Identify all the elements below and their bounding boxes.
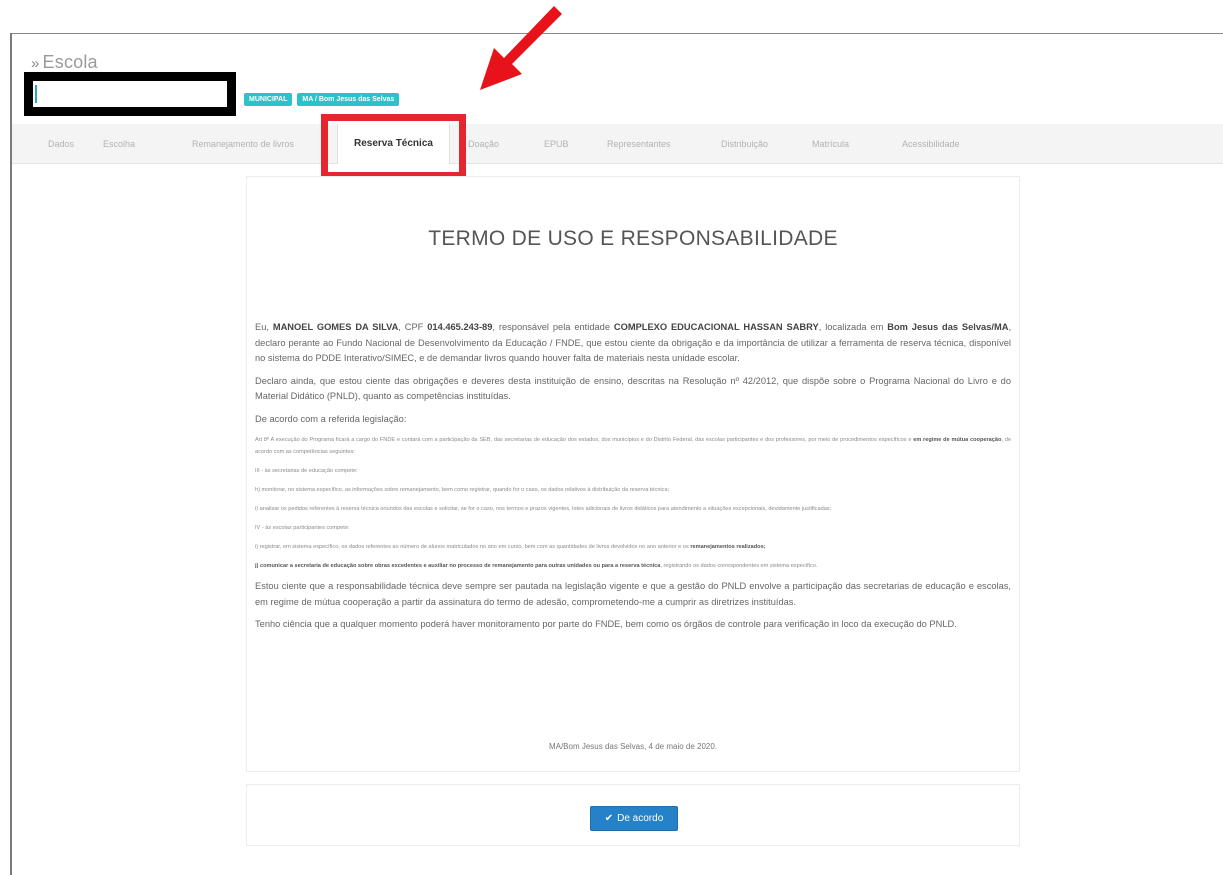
network-badge: MUNICIPAL [244, 93, 293, 106]
terms-document-panel: TERMO DE USO E RESPONSABILIDADE Eu, MANO… [246, 176, 1020, 772]
breadcrumb: » Escola [31, 52, 98, 73]
agreement-panel: ✔ De acordo [246, 784, 1020, 846]
tab-acessibilidade[interactable]: Acessibilidade [902, 124, 960, 164]
active-tab-highlight-annotation [321, 114, 466, 179]
check-icon: ✔ [604, 813, 614, 824]
responsibility-paragraph: Estou ciente que a responsabilidade técn… [255, 581, 1011, 607]
tab-remanejamento[interactable]: Remanejamento de livros [192, 124, 294, 164]
tabs-bar: Dados Escolha Remanejamento de livros Re… [12, 124, 1223, 164]
obligations-paragraph: Declaro ainda, que estou ciente das obri… [255, 375, 1011, 402]
clause-i-escolas: i) registrar, em sistema específico, os … [255, 544, 766, 550]
document-title: TERMO DE USO E RESPONSABILIDADE [428, 227, 838, 250]
tab-matricula[interactable]: Matrícula [812, 124, 849, 164]
monitoring-paragraph: Tenho ciência que a qualquer momento pod… [255, 619, 957, 629]
red-arrow-annotation [480, 6, 562, 90]
clause-iv: IV - às escolas participantes compete: [255, 525, 350, 531]
school-name-field-redacted[interactable] [24, 72, 236, 116]
agree-button-label: De acordo [617, 813, 664, 824]
clause-h: h) monitorar, no sistema específico, as … [255, 487, 670, 493]
declarant-cpf: 014.465.243-89 [427, 322, 493, 332]
clause-j: j) comunicar a secretaria de educação so… [255, 563, 818, 569]
entity-name: COMPLEXO EDUCACIONAL HASSAN SABRY [613, 322, 819, 332]
double-chevron-right-icon: » [31, 55, 40, 72]
school-badges: MUNICIPAL MA / Bom Jesus das Selvas [244, 93, 400, 106]
clause-i-secretarias: i) analisar os pedidos referentes à rese… [255, 506, 832, 512]
declarant-name: MANOEL GOMES DA SILVA [272, 322, 399, 332]
agree-button[interactable]: ✔ De acordo [590, 806, 678, 831]
legislation-intro: De acordo com a referida legislação: [255, 413, 407, 424]
tab-epub[interactable]: EPUB [544, 124, 569, 164]
tab-distribuicao[interactable]: Distribuição [721, 124, 768, 164]
declaration-paragraph: Eu, MANOEL GOMES DA SILVA, CPF 014.465.2… [255, 322, 1012, 363]
text-cursor [35, 85, 37, 103]
location-badge: MA / Bom Jesus das Selvas [297, 93, 400, 106]
tab-doacao[interactable]: Doação [468, 124, 499, 164]
document-body: Eu, MANOEL GOMES DA SILVA, CPF 014.465.2… [255, 320, 1011, 640]
clause-iii: III - às secretarias de educação compete… [255, 468, 358, 474]
tab-escolha[interactable]: Escolha [103, 124, 135, 164]
window-frame-top [10, 33, 1223, 34]
page-title: Escola [42, 52, 98, 72]
tab-representantes[interactable]: Representantes [607, 124, 671, 164]
entity-location: Bom Jesus das Selvas/MA [887, 322, 1009, 332]
article-8: Art 8º A execução do Programa ficará a c… [255, 437, 1011, 455]
document-signature-date: MA/Bom Jesus das Selvas, 4 de maio de 20… [548, 742, 718, 751]
tab-dados[interactable]: Dados [48, 124, 74, 164]
